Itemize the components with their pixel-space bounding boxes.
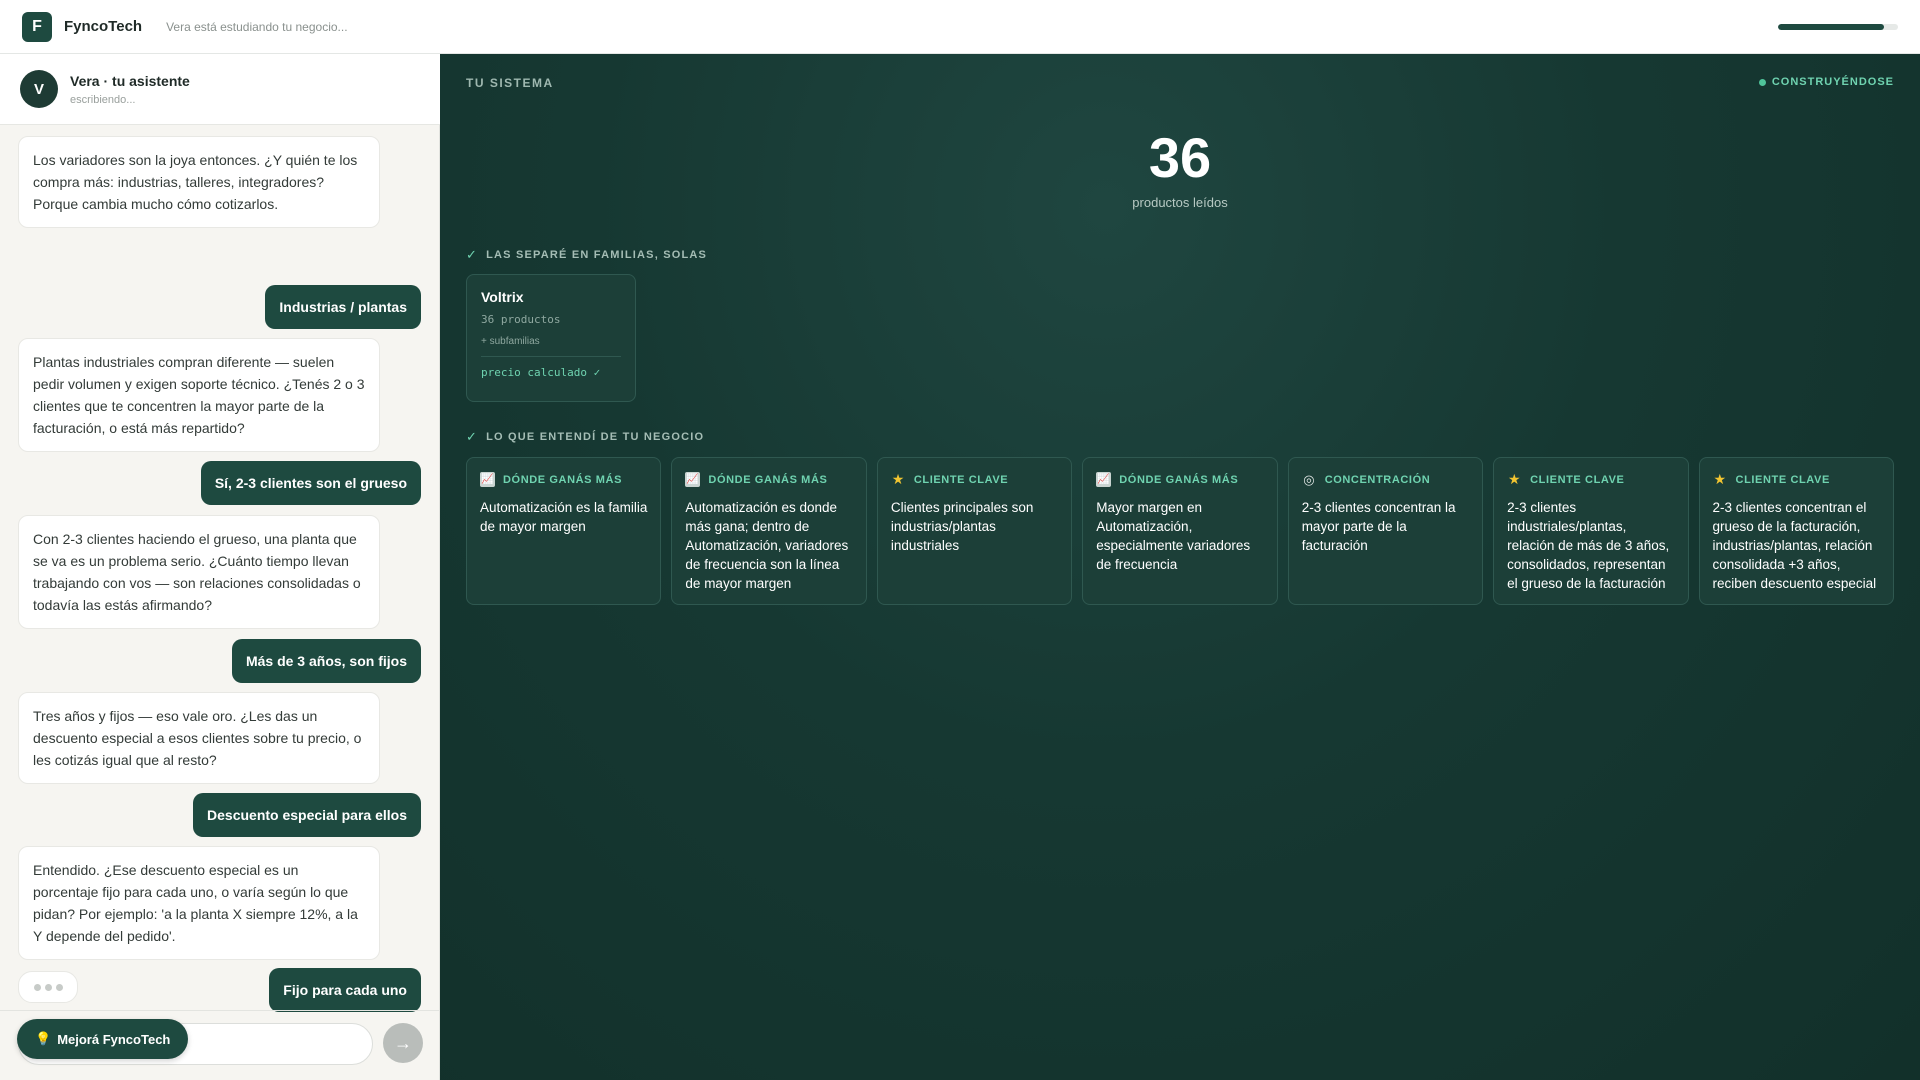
chat-header: V Vera · tu asistente escribiendo... <box>0 54 440 125</box>
send-button[interactable]: → <box>383 1023 423 1063</box>
insight-card[interactable]: ★ CLIENTE CLAVE 2-3 clientes industriale… <box>1493 457 1689 605</box>
improve-fyncotech-button[interactable]: 💡 Mejorá FyncoTech <box>17 1019 189 1059</box>
insight-category: DÓNDE GANÁS MÁS <box>708 473 828 486</box>
insight-category: DÓNDE GANÁS MÁS <box>1119 473 1239 486</box>
family-product-count: 36 productos <box>481 313 561 326</box>
products-count: 36 <box>1148 126 1212 189</box>
build-status-label: CONSTRUYÉNDOSE <box>1771 76 1894 88</box>
assistant-avatar: V <box>20 70 58 108</box>
assistant-message: Con 2-3 clientes haciendo el grueso, una… <box>18 515 380 629</box>
status-dot-icon <box>1758 78 1766 86</box>
understood-section-text: LO QUE ENTENDÍ DE TU NEGOCIO <box>486 431 705 443</box>
system-title: TU SISTEMA <box>466 76 554 90</box>
assistant-message: Tres años y fijos — eso vale oro. ¿Les d… <box>18 692 380 784</box>
assistant-message: Plantas industriales compran diferente —… <box>18 338 380 452</box>
families-section-text: LAS SEPARÉ EN FAMILIAS, SOLAS <box>486 249 708 261</box>
check-icon: ✓ <box>466 429 479 444</box>
insight-header: ★ CLIENTE CLAVE <box>891 471 1058 487</box>
family-subfamilies: + subfamilias <box>481 336 540 347</box>
insight-card[interactable]: ◎ CONCENTRACIÓN 2-3 clientes concentran … <box>1287 457 1484 605</box>
assistant-info: Vera · tu asistente escribiendo... <box>70 73 190 106</box>
family-price-status: precio calculado ✓ <box>481 366 601 379</box>
insight-category: CLIENTE CLAVE <box>1735 473 1830 486</box>
user-message: Industrias / plantas <box>265 285 421 329</box>
insight-text: Automatización es donde más gana; dentro… <box>685 500 849 591</box>
family-card[interactable]: Voltrix 36 productos + subfamilias preci… <box>466 274 636 402</box>
insights-row: 📈 DÓNDE GANÁS MÁS Automatización es la f… <box>466 457 1894 605</box>
insight-category: CLIENTE CLAVE <box>913 473 1009 486</box>
user-message: Descuento especial para ellos <box>193 793 421 837</box>
chart-icon: 📈 <box>480 472 495 487</box>
message-list[interactable]: Los variadores son la joya entonces. ¿Y … <box>0 125 440 1065</box>
families-section-label: ✓ LAS SEPARÉ EN FAMILIAS, SOLAS <box>466 247 707 263</box>
insight-text: Clientes principales son industrias/plan… <box>890 500 1034 553</box>
products-caption: productos leídos <box>1132 195 1228 210</box>
typing-dot <box>55 983 63 991</box>
user-message: Fijo para cada uno <box>269 968 421 1012</box>
improve-button-label: Mejorá FyncoTech <box>57 1031 171 1047</box>
star-icon: ★ <box>891 471 905 487</box>
insight-header: ★ CLIENTE CLAVE <box>1713 471 1880 487</box>
chart-icon: 📈 <box>1096 472 1112 487</box>
analysis-progress-bar <box>1778 24 1898 30</box>
insight-text: 2-3 clientes concentran la mayor parte d… <box>1301 500 1456 553</box>
analysis-status-text: Vera está estudiando tu negocio... <box>166 19 348 34</box>
assistant-name: Vera · tu asistente <box>70 72 190 89</box>
insight-header: ◎ CONCENTRACIÓN <box>1302 472 1469 487</box>
chat-panel: V Vera · tu asistente escribiendo... Los… <box>0 54 440 1080</box>
typing-indicator <box>18 971 78 1003</box>
insight-card[interactable]: 📈 DÓNDE GANÁS MÁS Automatización es dond… <box>671 457 867 605</box>
brand-logo[interactable]: F <box>22 11 52 42</box>
typing-dot <box>33 983 41 991</box>
typing-dot <box>44 983 52 991</box>
family-divider <box>481 356 621 357</box>
insight-card[interactable]: 📈 DÓNDE GANÁS MÁS Automatización es la f… <box>466 457 662 605</box>
target-icon: ◎ <box>1303 471 1316 487</box>
arrow-right-icon: → <box>394 1032 412 1053</box>
user-message: Sí, 2-3 clientes son el grueso <box>200 461 421 505</box>
star-icon: ★ <box>1713 471 1727 487</box>
brand-name: FyncoTech <box>64 18 143 35</box>
assistant-message: Entendido. ¿Ese descuento especial es un… <box>18 846 380 960</box>
lightbulb-icon: 💡 <box>35 1031 52 1046</box>
assistant-message: Los variadores son la joya entonces. ¿Y … <box>18 136 380 228</box>
insight-card[interactable]: 📈 DÓNDE GANÁS MÁS Mayor margen en Automa… <box>1082 457 1278 605</box>
star-icon: ★ <box>1508 471 1522 487</box>
insight-card[interactable]: ★ CLIENTE CLAVE 2-3 clientes concentran … <box>1698 457 1894 605</box>
insight-category: DÓNDE GANÁS MÁS <box>503 473 623 486</box>
message-composer: 💡 Mejorá FyncoTech → <box>0 1010 440 1080</box>
insight-card[interactable]: ★ CLIENTE CLAVE Clientes principales son… <box>876 457 1073 605</box>
chart-icon: 📈 <box>685 472 701 487</box>
family-name: Voltrix <box>481 289 524 305</box>
insight-text: Automatización es la familia de mayor ma… <box>480 500 648 534</box>
analysis-progress-fill <box>1778 24 1884 30</box>
insight-header: 📈 DÓNDE GANÁS MÁS <box>480 472 647 487</box>
insight-category: CONCENTRACIÓN <box>1324 473 1431 486</box>
insight-text: 2-3 clientes industriales/plantas, relac… <box>1507 500 1670 591</box>
check-icon: ✓ <box>466 247 479 262</box>
insight-header: 📈 DÓNDE GANÁS MÁS <box>685 472 852 487</box>
assistant-typing-status: escribiendo... <box>70 93 136 106</box>
user-message: Más de 3 años, son fijos <box>231 639 421 683</box>
build-status-badge: CONSTRUYÉNDOSE <box>1758 76 1894 88</box>
insight-category: CLIENTE CLAVE <box>1530 473 1625 486</box>
system-panel: TU SISTEMA CONSTRUYÉNDOSE 36 productos l… <box>440 54 1920 1080</box>
insight-header: ★ CLIENTE CLAVE <box>1507 471 1674 487</box>
insight-text: 2-3 clientes concentran el grueso de la … <box>1712 500 1877 591</box>
insight-header: 📈 DÓNDE GANÁS MÁS <box>1096 472 1263 487</box>
insight-text: Mayor margen en Automatización, especial… <box>1096 500 1251 572</box>
top-bar: F FyncoTech Vera está estudiando tu nego… <box>0 0 1920 54</box>
understood-section-label: ✓ LO QUE ENTENDÍ DE TU NEGOCIO <box>466 429 704 445</box>
